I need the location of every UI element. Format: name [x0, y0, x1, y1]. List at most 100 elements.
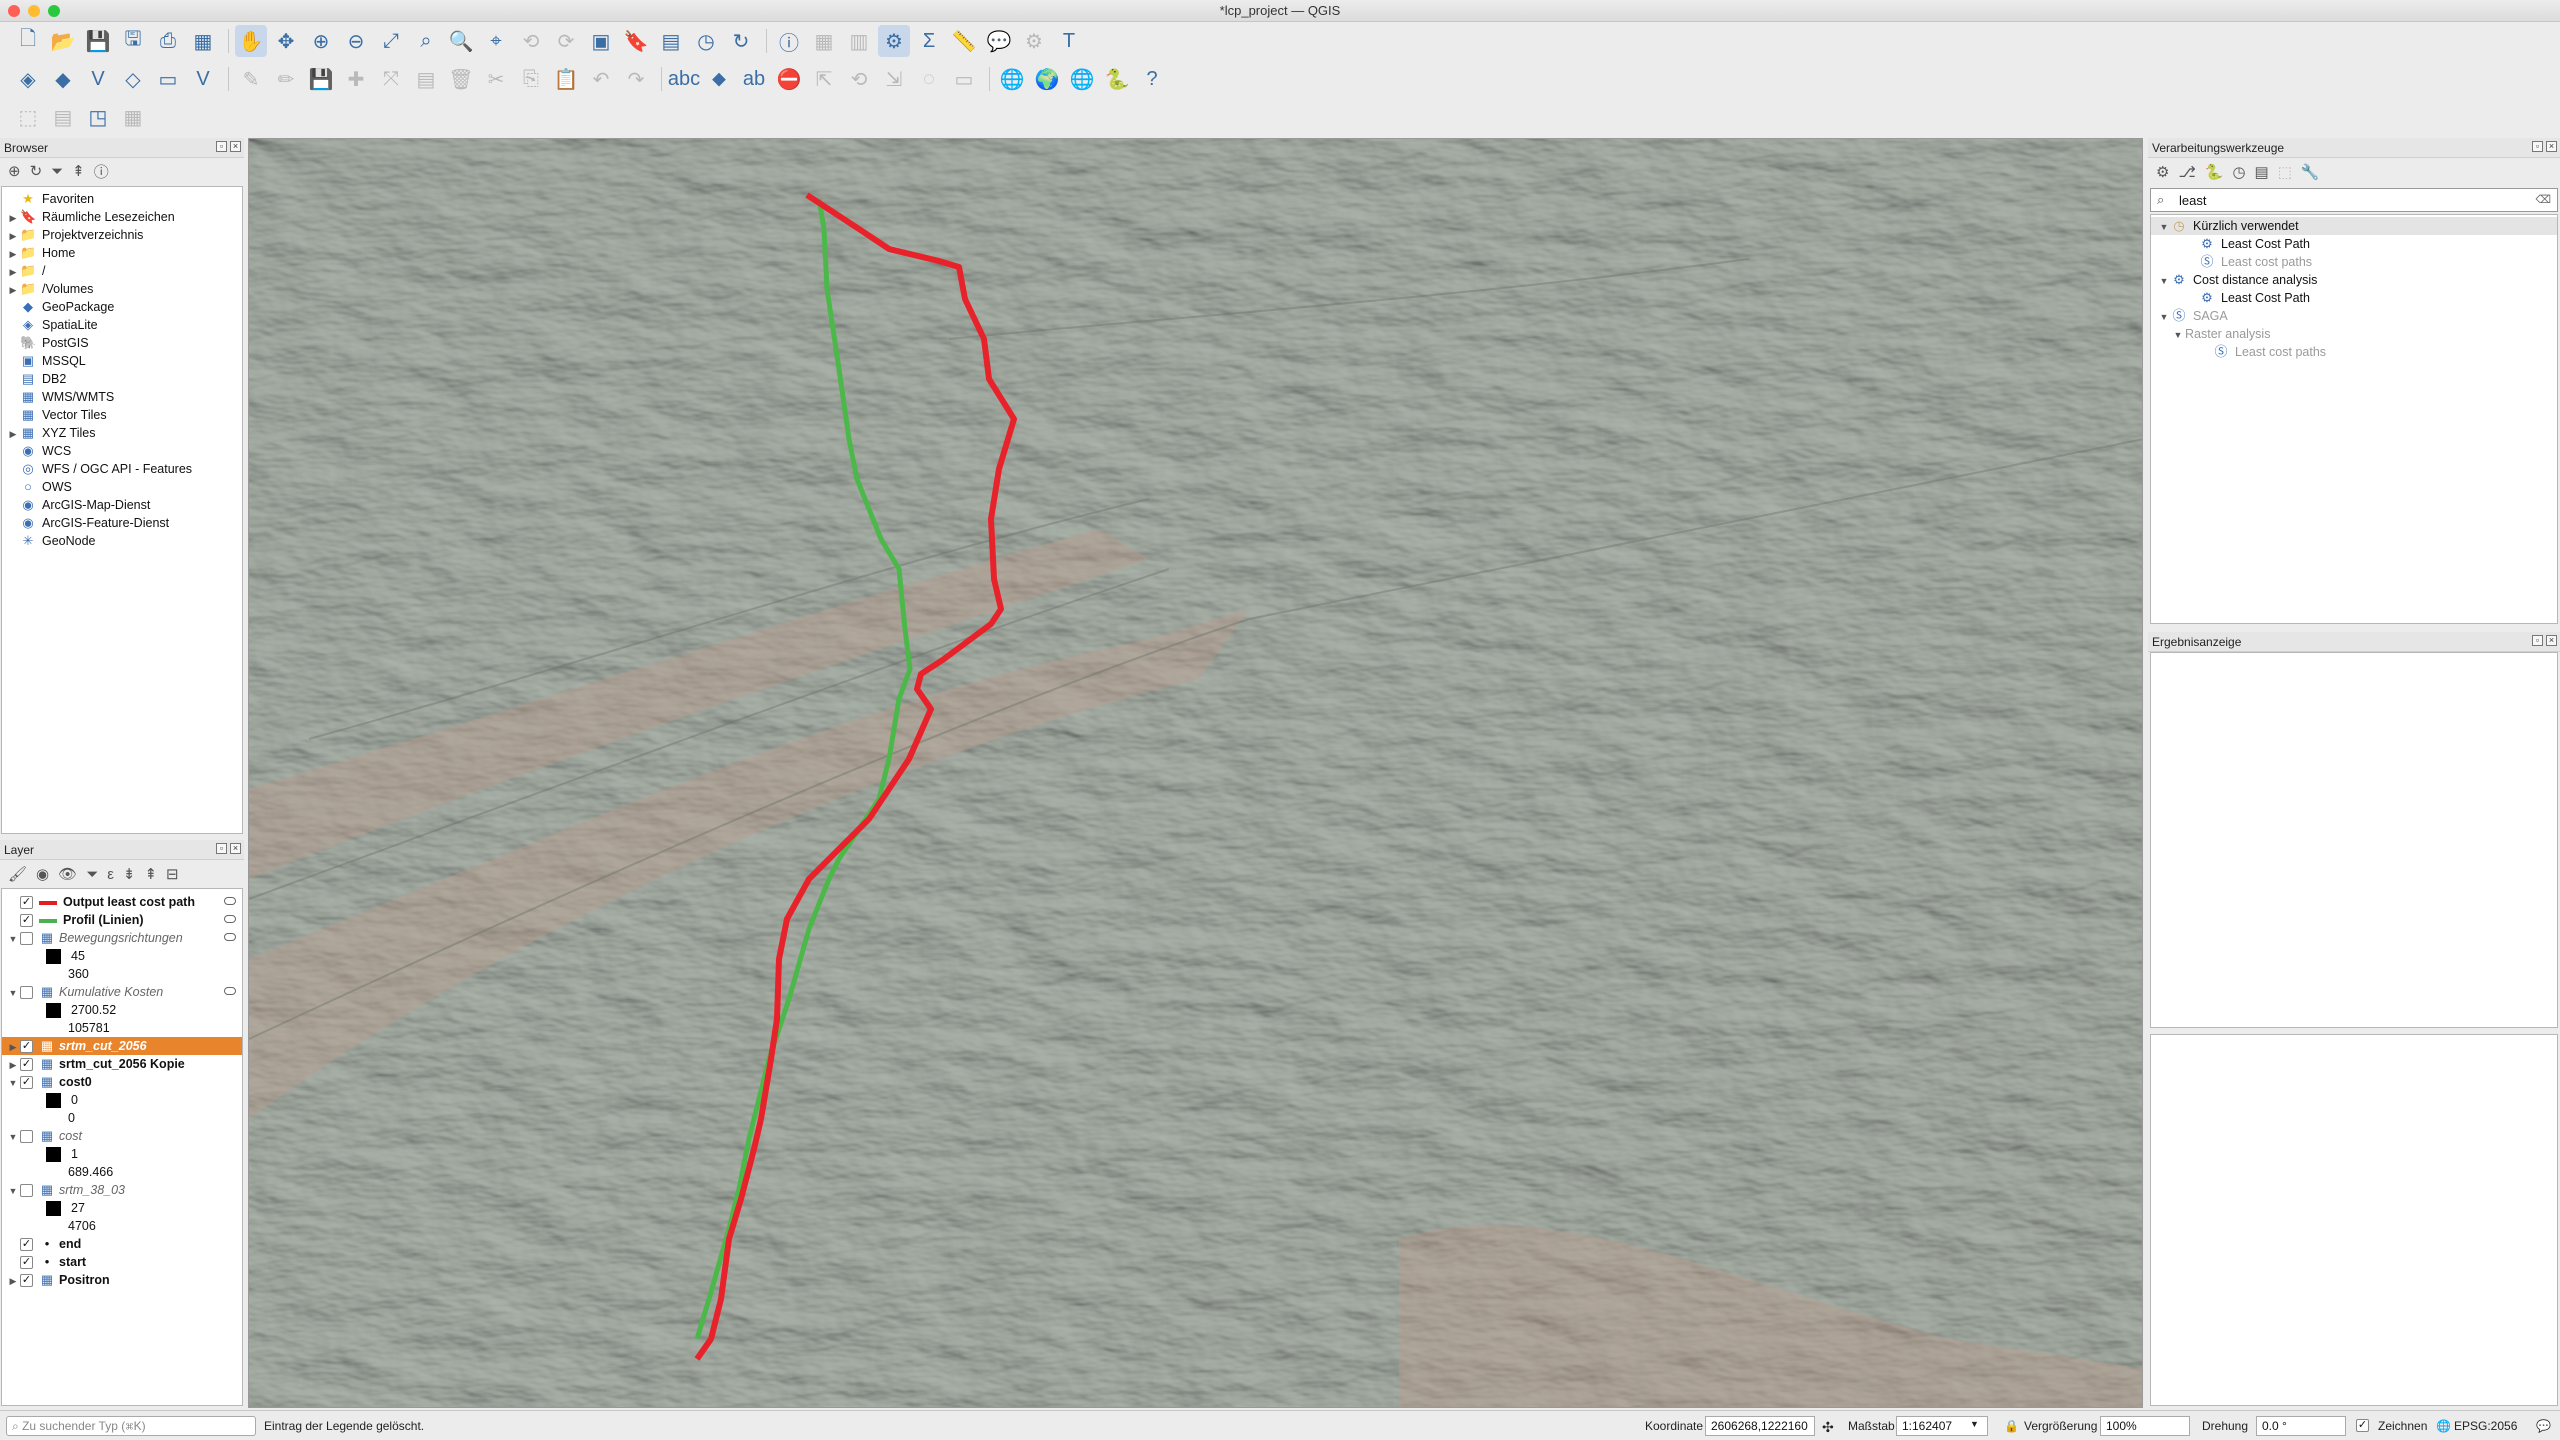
- browser-item[interactable]: ▣ MSSQL: [6, 352, 242, 370]
- clear-search-icon[interactable]: ⌫: [2535, 193, 2551, 206]
- layer-indicator-icon[interactable]: [224, 915, 236, 923]
- layer-visibility-checkbox[interactable]: [20, 1184, 33, 1198]
- layer-item[interactable]: ▼ ✓ ▦ cost0: [2, 1073, 242, 1091]
- filter-expression-icon[interactable]: ε: [107, 866, 114, 883]
- virtual-layer-icon[interactable]: V: [187, 63, 219, 95]
- scripts-icon[interactable]: ⎇: [2178, 163, 2195, 181]
- browser-item[interactable]: ◉ WCS: [6, 442, 242, 460]
- expand-arrow-icon[interactable]: ▶: [6, 1056, 20, 1074]
- float-panel-icon[interactable]: ▫: [2532, 635, 2543, 646]
- delete-selected-icon[interactable]: 🗑: [445, 63, 477, 95]
- close-panel-icon[interactable]: ×: [230, 141, 241, 152]
- layer-item[interactable]: ▶ ✓ ▦ srtm_cut_2056 Kopie: [2, 1055, 242, 1073]
- print-layout-icon[interactable]: ⎙: [152, 25, 184, 57]
- browser-item[interactable]: ○ OWS: [6, 478, 242, 496]
- redo-icon[interactable]: ↷: [620, 63, 652, 95]
- zoom-window-button[interactable]: [48, 5, 60, 17]
- layer-item[interactable]: ✓ • start: [2, 1253, 242, 1271]
- label-pin-icon[interactable]: ⬥: [703, 63, 735, 95]
- style-layer-icon[interactable]: 🖌: [8, 865, 27, 883]
- render-checkbox[interactable]: ✓: [2356, 1418, 2375, 1433]
- layer-item[interactable]: ▶ ✓ ▦ srtm_cut_2056: [2, 1037, 242, 1055]
- layer-item[interactable]: ▼ ▦ Bewegungsrichtungen: [2, 929, 242, 947]
- attribute-table-icon[interactable]: ▥: [843, 25, 875, 57]
- open-attribute-table-icon[interactable]: ▦: [808, 25, 840, 57]
- python-icon[interactable]: 🐍: [2205, 163, 2224, 181]
- zoom-native-icon[interactable]: ⌖: [480, 25, 512, 57]
- browser-item[interactable]: ◎ WFS / OGC API - Features: [6, 460, 242, 478]
- vertex-tool-icon[interactable]: ⤧: [375, 63, 407, 95]
- layer-item[interactable]: ✓ Profil (Linien): [2, 911, 242, 929]
- rotate-label-icon[interactable]: ⟲: [843, 63, 875, 95]
- browser-item[interactable]: ▦ Vector Tiles: [6, 406, 242, 424]
- expand-arrow-icon[interactable]: ▶: [6, 1038, 20, 1056]
- layer-visibility-checkbox[interactable]: [20, 1130, 33, 1144]
- help-icon[interactable]: ?: [1136, 63, 1168, 95]
- identify-icon[interactable]: ⓘ: [773, 25, 805, 57]
- move-label-icon[interactable]: ⇱: [808, 63, 840, 95]
- expand-arrow-icon[interactable]: ▼: [6, 984, 20, 1002]
- new-map-view-icon[interactable]: ▣: [585, 25, 617, 57]
- data-source-manager-icon[interactable]: ◈: [12, 63, 44, 95]
- zoom-in-icon[interactable]: ⊕: [305, 25, 337, 57]
- new-shapefile-icon[interactable]: ◇: [117, 63, 149, 95]
- manage-themes-icon[interactable]: 👁: [58, 865, 77, 883]
- undo-icon[interactable]: ↶: [585, 63, 617, 95]
- georeferencer-icon[interactable]: ▦: [117, 101, 149, 133]
- processing-toolbox-icon[interactable]: ⚙: [878, 25, 910, 57]
- crs-icon[interactable]: 🌐: [2436, 1419, 2451, 1433]
- processing-tree-item[interactable]: ▼ ◷ Kürzlich verwendet: [2151, 217, 2557, 235]
- open-project-icon[interactable]: 📂: [47, 25, 79, 57]
- add-vector-layer-icon[interactable]: V: [82, 63, 114, 95]
- collapse-all-icon[interactable]: ⇞: [144, 865, 157, 883]
- browser-item[interactable]: ◉ ArcGIS-Feature-Dienst: [6, 514, 242, 532]
- magnifier-field[interactable]: 100%: [2100, 1416, 2190, 1436]
- messages-icon[interactable]: 💬: [2536, 1419, 2551, 1433]
- expand-arrow-icon[interactable]: ▼: [2157, 218, 2171, 236]
- processing-tree-item[interactable]: ▼ Raster analysis: [2151, 325, 2557, 343]
- browser-item[interactable]: ▤ DB2: [6, 370, 242, 388]
- browser-item[interactable]: ▶ 📁 Home: [6, 244, 242, 262]
- scale-dropdown-icon[interactable]: ▼: [1970, 1419, 1979, 1429]
- models-icon[interactable]: ⚙: [2156, 163, 2169, 181]
- bookmark-icon[interactable]: 🔖: [620, 25, 652, 57]
- expand-arrow-icon[interactable]: ▶: [6, 227, 20, 245]
- float-panel-icon[interactable]: ▫: [2532, 141, 2543, 152]
- layer-visibility-checkbox[interactable]: ✓: [20, 914, 33, 928]
- locator-search-input[interactable]: ⌕ Zu suchender Typ (⌘K): [6, 1416, 256, 1436]
- expand-arrow-icon[interactable]: ▼: [6, 1074, 20, 1092]
- save-edits-icon[interactable]: 💾: [305, 63, 337, 95]
- expand-arrow-icon[interactable]: ▼: [6, 1182, 20, 1200]
- filter-icon[interactable]: ⏷: [51, 163, 63, 180]
- zoom-layer-icon[interactable]: 🔍: [445, 25, 477, 57]
- browser-item[interactable]: ★ Favoriten: [6, 190, 242, 208]
- processing-tree-item[interactable]: ⚙ Least Cost Path: [2151, 289, 2557, 307]
- label-properties-icon[interactable]: ▭: [948, 63, 980, 95]
- style-manager-icon[interactable]: ▦: [187, 25, 219, 57]
- expand-arrow-icon[interactable]: ▶: [6, 263, 20, 281]
- zoom-full-icon[interactable]: ⤢: [375, 25, 407, 57]
- coordinate-toggle-icon[interactable]: ✣: [1822, 1419, 1834, 1436]
- rotation-field[interactable]: 0.0 °: [2256, 1416, 2346, 1436]
- expand-arrow-icon[interactable]: ▶: [6, 245, 20, 263]
- expand-all-icon[interactable]: ⇟: [123, 865, 136, 883]
- layer-visibility-checkbox[interactable]: ✓: [20, 896, 33, 910]
- float-panel-icon[interactable]: ▫: [216, 843, 227, 854]
- select-all-icon[interactable]: ▤: [47, 101, 79, 133]
- layer-item[interactable]: ▼ ▦ Kumulative Kosten: [2, 983, 242, 1001]
- save-as-icon[interactable]: 🖫: [117, 25, 149, 57]
- cut-features-icon[interactable]: ✂: [480, 63, 512, 95]
- new-geopackage-layer-icon[interactable]: ◆: [47, 63, 79, 95]
- layer-item[interactable]: ✓ • end: [2, 1235, 242, 1253]
- expand-arrow-icon[interactable]: ▶: [6, 209, 20, 227]
- add-feature-icon[interactable]: ✚: [340, 63, 372, 95]
- add-selected-layers-icon[interactable]: ⊕: [8, 162, 21, 180]
- browser-item[interactable]: 🐘 PostGIS: [6, 334, 242, 352]
- lock-scale-icon[interactable]: 🔒: [2004, 1419, 2019, 1433]
- layer-visibility-checkbox[interactable]: ✓: [20, 1256, 33, 1270]
- browser-item[interactable]: ✳ GeoNode: [6, 532, 242, 550]
- minimize-window-button[interactable]: [28, 5, 40, 17]
- filter-legend-icon[interactable]: ⏷: [86, 866, 98, 883]
- browser-item[interactable]: ◈ SpatiaLite: [6, 316, 242, 334]
- layer-visibility-checkbox[interactable]: [20, 986, 33, 1000]
